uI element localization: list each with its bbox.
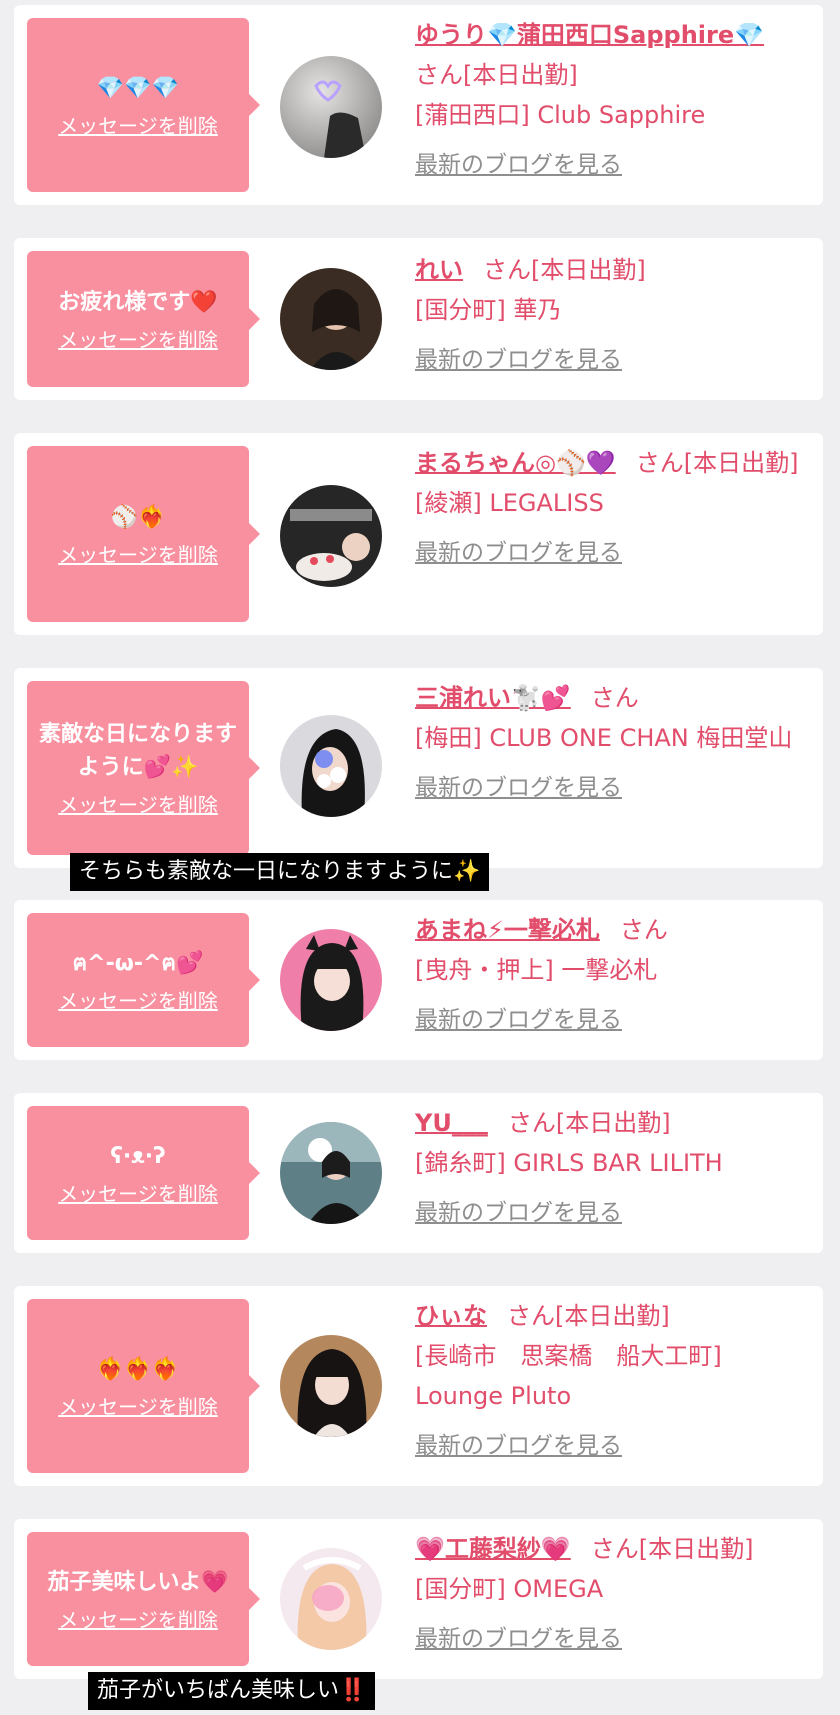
latest-blog-link[interactable]: 最新のブログを見る (415, 1000, 815, 1040)
message-card: ❤️‍🔥❤️‍🔥❤️‍🔥 メッセージを削除 ひぃな さん[本日出勤] [長崎市 思… (14, 1286, 823, 1486)
message-bubble: ❤️‍🔥❤️‍🔥❤️‍🔥 メッセージを削除 (27, 1299, 260, 1473)
avatar[interactable] (280, 1122, 382, 1224)
delete-message-link[interactable]: メッセージを削除 (58, 1394, 218, 1420)
shop-name: [綾瀬] LEGALISS (415, 489, 604, 517)
message-bubble: ฅ^-ω-^ฅ💕 メッセージを削除 (27, 913, 260, 1047)
message-bubble: ʕ·ᴥ·ʔ メッセージを削除 (27, 1106, 260, 1240)
avatar[interactable] (280, 715, 382, 817)
message-bubble: 素敵な日になりますように💕✨ メッセージを削除 (27, 681, 260, 855)
latest-blog-link[interactable]: 最新のブログを見る (415, 145, 815, 185)
message-card: ⚾️❤️‍🔥 メッセージを削除 まるちゃん◎⚾️💜 さん[本日出勤] [綾瀬] L… (14, 433, 823, 635)
latest-blog-link[interactable]: 最新のブログを見る (415, 1619, 815, 1659)
avatar[interactable] (280, 56, 382, 158)
delete-message-link[interactable]: メッセージを削除 (58, 1181, 218, 1207)
delete-message-link[interactable]: メッセージを削除 (58, 792, 218, 818)
cast-status: さん[本日出勤] (635, 449, 799, 477)
delete-message-link[interactable]: メッセージを削除 (58, 327, 218, 353)
message-text: 💎💎💎 (96, 75, 180, 101)
cast-info: まるちゃん◎⚾️💜 さん[本日出勤] [綾瀬] LEGALISS 最新のブログを見… (415, 443, 815, 573)
message-card: 💎💎💎 メッセージを削除 ゆうり💎蒲田西口Sapphire💎 さん[本日出勤] … (14, 5, 823, 205)
cast-name-link[interactable]: ゆうり💎蒲田西口Sapphire💎 (415, 21, 764, 49)
message-bubble: 💎💎💎 メッセージを削除 (27, 18, 260, 192)
cast-info: 三浦れい🐩💕 さん [梅田] CLUB ONE CHAN 梅田堂山 最新のブログを… (415, 678, 815, 808)
cast-name-link[interactable]: ひぃな (415, 1302, 487, 1330)
avatar[interactable] (280, 1548, 382, 1650)
message-text: ⚾️❤️‍🔥 (110, 504, 166, 530)
cast-name-link[interactable]: 三浦れい🐩💕 (415, 684, 571, 712)
message-card: 素敵な日になりますように💕✨ メッセージを削除 三浦れい🐩💕 さん [梅田] CL… (14, 668, 823, 868)
cast-name-link[interactable]: まるちゃん◎⚾️💜 (415, 449, 616, 477)
cast-status: さん[本日出勤] (507, 1302, 670, 1330)
message-text: ʕ·ᴥ·ʔ (110, 1143, 166, 1169)
cast-status: さん (590, 684, 639, 712)
message-card: お疲れ様です❤️ メッセージを削除 れい さん[本日出勤] [国分町] 華乃 最新… (14, 238, 823, 400)
shop-name: [長崎市 思案橋 船大工町] Lounge Pluto (415, 1342, 722, 1410)
cast-status: さん[本日出勤] (507, 1109, 671, 1137)
message-bubble: ⚾️❤️‍🔥 メッセージを削除 (27, 446, 260, 622)
avatar[interactable] (280, 268, 382, 370)
reply-text: 茄子がいちばん美味しい‼️ (88, 1672, 376, 1710)
delete-message-link[interactable]: メッセージを削除 (58, 113, 218, 139)
cast-info: れい さん[本日出勤] [国分町] 華乃 最新のブログを見る (415, 250, 815, 380)
cast-info: ひぃな さん[本日出勤] [長崎市 思案橋 船大工町] Lounge Pluto … (415, 1296, 815, 1466)
message-card: ฅ^-ω-^ฅ💕 メッセージを削除 あまね⚡一撃必札 さん [曳舟・押上] 一撃必… (14, 900, 823, 1060)
message-text: 茄子美味しいよ💗 (47, 1569, 229, 1595)
cast-status: さん (619, 916, 668, 944)
latest-blog-link[interactable]: 最新のブログを見る (415, 1193, 815, 1233)
message-bubble: お疲れ様です❤️ メッセージを削除 (27, 251, 260, 387)
message-card: 茄子美味しいよ💗 メッセージを削除 💗工藤梨紗💗 さん[本日出勤] [国分町] O… (14, 1519, 823, 1679)
avatar[interactable] (280, 485, 382, 587)
cast-status: さん[本日出勤] (483, 256, 646, 284)
cast-status: さん[本日出勤] (415, 61, 578, 89)
shop-name: [錦糸町] GIRLS BAR LILITH (415, 1149, 723, 1177)
latest-blog-link[interactable]: 最新のブログを見る (415, 533, 815, 573)
cast-info: YU___ さん[本日出勤] [錦糸町] GIRLS BAR LILITH 最新の… (415, 1103, 815, 1233)
cast-info: 💗工藤梨紗💗 さん[本日出勤] [国分町] OMEGA 最新のブログを見る (415, 1529, 815, 1659)
shop-name: [曳舟・押上] 一撃必札 (415, 956, 658, 984)
cast-status: さん[本日出勤] (590, 1535, 754, 1563)
latest-blog-link[interactable]: 最新のブログを見る (415, 1426, 815, 1466)
message-text: ฅ^-ω-^ฅ💕 (72, 950, 204, 976)
message-bubble: 茄子美味しいよ💗 メッセージを削除 (27, 1532, 260, 1666)
message-card: ʕ·ᴥ·ʔ メッセージを削除 YU___ さん[本日出勤] [錦糸町] GIRLS… (14, 1093, 823, 1253)
delete-message-link[interactable]: メッセージを削除 (58, 1607, 218, 1633)
shop-name: [梅田] CLUB ONE CHAN 梅田堂山 (415, 724, 793, 752)
reply-text: そちらも素敵な一日になりますように✨ (70, 853, 490, 891)
avatar[interactable] (280, 1335, 382, 1437)
delete-message-link[interactable]: メッセージを削除 (58, 988, 218, 1014)
latest-blog-link[interactable]: 最新のブログを見る (415, 768, 815, 808)
shop-name: [蒲田西口] Club Sapphire (415, 101, 706, 129)
message-text: 素敵な日になりますように💕✨ (38, 722, 237, 780)
avatar[interactable] (280, 929, 382, 1031)
latest-blog-link[interactable]: 最新のブログを見る (415, 340, 815, 380)
shop-name: [国分町] 華乃 (415, 296, 562, 324)
shop-name: [国分町] OMEGA (415, 1575, 604, 1603)
message-list: 💎💎💎 メッセージを削除 ゆうり💎蒲田西口Sapphire💎 さん[本日出勤] … (0, 0, 840, 1715)
cast-info: あまね⚡一撃必札 さん [曳舟・押上] 一撃必札 最新のブログを見る (415, 910, 815, 1040)
message-text: ❤️‍🔥❤️‍🔥❤️‍🔥 (96, 1356, 180, 1382)
cast-name-link[interactable]: YU___ (415, 1109, 488, 1137)
message-text: お疲れ様です❤️ (58, 289, 218, 315)
cast-name-link[interactable]: 💗工藤梨紗💗 (415, 1535, 571, 1563)
cast-info: ゆうり💎蒲田西口Sapphire💎 さん[本日出勤] [蒲田西口] Club S… (415, 15, 815, 185)
cast-name-link[interactable]: れい (415, 256, 463, 284)
cast-name-link[interactable]: あまね⚡一撃必札 (415, 916, 600, 944)
delete-message-link[interactable]: メッセージを削除 (58, 542, 218, 568)
